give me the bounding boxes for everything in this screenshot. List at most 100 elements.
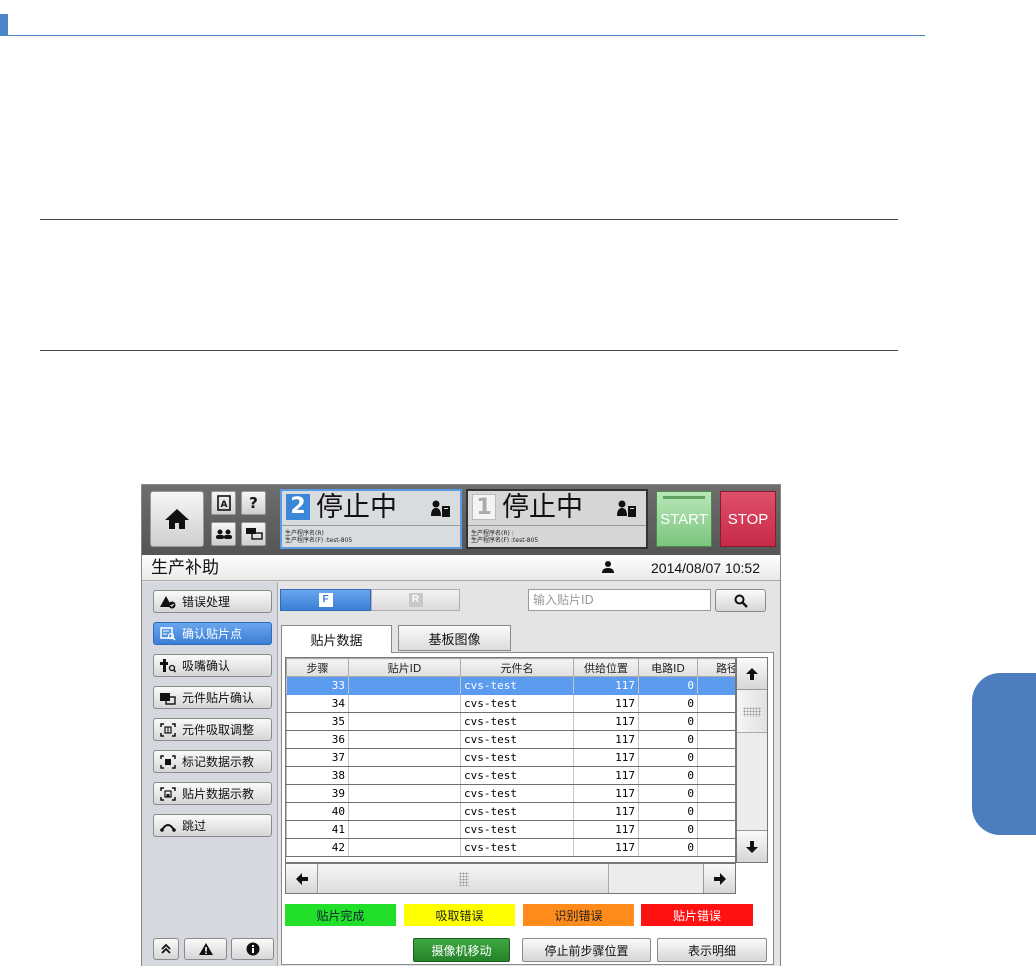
- datetime: 2014/08/07 10:52: [651, 560, 760, 576]
- table-row[interactable]: 34 cvs-test 117 0: [286, 694, 735, 713]
- table-cell: 117: [573, 676, 639, 695]
- table-cell: cvs-test: [460, 784, 574, 803]
- lane-2-status-panel[interactable]: 2 停止中 生产程序名(R) 生产程序名(F) :test-805: [280, 489, 462, 549]
- info-button[interactable]: [231, 938, 274, 960]
- table-body: 33 cvs-test 117 0 34 cvs-test 117 0 35 cvs-test 11…: [286, 676, 735, 857]
- menu-item-pickup-adjust[interactable]: 元件吸取调整: [153, 718, 272, 741]
- svg-text:A: A: [220, 500, 227, 510]
- table-cell: [697, 694, 735, 713]
- mount-id-search-input[interactable]: [528, 589, 711, 611]
- table-cell: [348, 784, 461, 803]
- table-row[interactable]: 33 cvs-test 117 0: [286, 676, 735, 695]
- screen-title: 生产补助: [151, 558, 219, 578]
- column-header-path[interactable]: 路径: [697, 658, 735, 677]
- table-row[interactable]: 37 cvs-test 117 0: [286, 748, 735, 767]
- keyboard-button[interactable]: A: [211, 491, 236, 515]
- stop-previous-step-button[interactable]: 停止前步骤位置: [522, 938, 651, 962]
- lane-status-text: 停止中: [502, 492, 583, 523]
- table-cell: 117: [573, 820, 639, 839]
- table-row[interactable]: 36 cvs-test 117 0: [286, 730, 735, 749]
- stop-button[interactable]: STOP: [720, 491, 776, 547]
- help-button[interactable]: ?: [241, 491, 266, 515]
- table-row[interactable]: 41 cvs-test 117 0: [286, 820, 735, 839]
- camera-move-button[interactable]: 摄像机移动: [413, 938, 510, 962]
- scroll-up-button[interactable]: [737, 658, 767, 690]
- table-cell: [348, 802, 461, 821]
- table-cell: cvs-test: [460, 838, 574, 857]
- table-row[interactable]: 39 cvs-test 117 0: [286, 784, 735, 803]
- table-cell: cvs-test: [460, 694, 574, 713]
- keyboard-a-icon: A: [216, 495, 231, 511]
- table-cell: 117: [573, 838, 639, 857]
- menu-item-component-mount-check[interactable]: 元件贴片确认: [153, 686, 272, 709]
- collapse-button[interactable]: [153, 938, 179, 960]
- legend-mount-done: 贴片完成: [285, 904, 396, 926]
- network-button[interactable]: [241, 522, 266, 546]
- scroll-left-button[interactable]: [286, 864, 318, 893]
- lane-1-status-panel[interactable]: 1 停止中 生产程序名(R) : 生产程序名(F) :test-805: [466, 489, 648, 549]
- table-cell: 0: [638, 838, 698, 857]
- home-button[interactable]: [150, 491, 204, 547]
- pickup-adjust-icon: [159, 722, 177, 737]
- horizontal-scroll-thumb[interactable]: [319, 864, 609, 893]
- scroll-right-button[interactable]: [703, 864, 735, 893]
- menu-item-mount-data-teach[interactable]: 贴片数据示教: [153, 782, 272, 805]
- lane-status-text: 停止中: [316, 492, 397, 523]
- warning-button[interactable]: [184, 938, 227, 960]
- users-button[interactable]: [211, 522, 236, 546]
- menu-item-skip[interactable]: 跳过: [153, 814, 272, 837]
- column-header-component-name[interactable]: 元件名: [460, 658, 574, 677]
- menu-item-confirm-mount-point[interactable]: 确认贴片点: [153, 622, 272, 645]
- top-status-bar: A ? 2 停止中 生产程序名(R) 生产程序名(F):test-805 1 …: [142, 485, 780, 555]
- search-button[interactable]: [715, 589, 766, 612]
- table-cell: 0: [638, 802, 698, 821]
- tab-mount-data[interactable]: 贴片数据: [281, 625, 392, 653]
- menu-item-error-handling[interactable]: 错误处理: [153, 590, 272, 613]
- info-icon: [246, 942, 259, 956]
- rear-side-toggle[interactable]: R: [371, 589, 460, 611]
- menu-item-mark-data-teach[interactable]: 标记数据示教: [153, 750, 272, 773]
- table-cell: 0: [638, 676, 698, 695]
- operator-clipboard-icon: [617, 500, 636, 517]
- table-row[interactable]: 35 cvs-test 117 0: [286, 712, 735, 731]
- start-label: START: [660, 510, 708, 528]
- menu-item-label: 贴片数据示教: [182, 787, 255, 801]
- table-row[interactable]: 40 cvs-test 117 0: [286, 802, 735, 821]
- tab-board-image[interactable]: 基板图像: [398, 625, 511, 651]
- doc-divider-bottom: [40, 350, 898, 351]
- vertical-scrollbar[interactable]: [736, 657, 768, 863]
- table-cell: [697, 820, 735, 839]
- grip-dots: [743, 707, 761, 717]
- horizontal-scrollbar[interactable]: [285, 863, 736, 894]
- tab-label: 基板图像: [428, 632, 481, 648]
- table-cell: [697, 712, 735, 731]
- menu-item-label: 元件贴片确认: [182, 691, 255, 705]
- scroll-down-button[interactable]: [737, 830, 767, 862]
- start-indicator: [663, 496, 705, 499]
- lane-divider: [282, 525, 460, 526]
- front-side-toggle[interactable]: F: [280, 589, 371, 611]
- column-header-circuit-id[interactable]: 电路ID: [638, 658, 698, 677]
- users-icon: [215, 529, 232, 539]
- table-cell: cvs-test: [460, 748, 574, 767]
- table-header-row: 步骤 贴片ID 元件名 供给位置 电路ID 路径: [286, 658, 735, 677]
- column-header-mount-id[interactable]: 贴片ID: [348, 658, 461, 677]
- menu-item-label: 标记数据示教: [182, 755, 255, 769]
- table-cell: 0: [638, 694, 698, 713]
- confirm-mount-point-icon: [159, 626, 177, 641]
- network-icon: [245, 528, 263, 540]
- column-header-step[interactable]: 步骤: [286, 658, 349, 677]
- show-detail-button[interactable]: 表示明细: [657, 938, 767, 962]
- column-header-feeder-position[interactable]: 供给位置: [573, 658, 639, 677]
- start-button[interactable]: START: [656, 491, 712, 547]
- arrow-up-icon: [746, 667, 758, 680]
- user-icon: [602, 561, 614, 573]
- program-name-front: 生产程序名(F) :test-805: [471, 537, 539, 544]
- menu-item-label: 吸嘴确认: [182, 659, 231, 673]
- menu-item-nozzle-check[interactable]: 吸嘴确认: [153, 654, 272, 677]
- table-cell: 117: [573, 784, 639, 803]
- table-cell: cvs-test: [460, 730, 574, 749]
- table-row[interactable]: 42 cvs-test 117 0: [286, 838, 735, 857]
- vertical-scroll-thumb[interactable]: [737, 691, 767, 733]
- table-row[interactable]: 38 cvs-test 117 0: [286, 766, 735, 785]
